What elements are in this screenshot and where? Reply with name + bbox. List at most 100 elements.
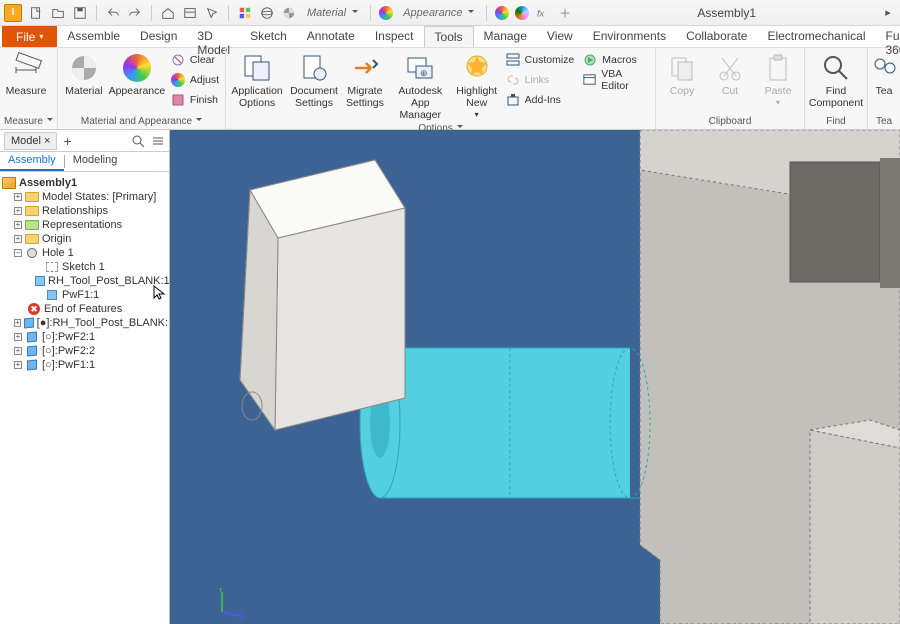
tree-model-states[interactable]: +Model States: [Primary] (2, 190, 167, 204)
viewport-3d[interactable]: Y Z (170, 130, 900, 624)
group-find: Find Component Find (805, 48, 868, 129)
title-bar: I Material Appearance fx Assembly1 ▸ (0, 0, 900, 26)
tab-design[interactable]: Design (130, 26, 187, 47)
browser-menu-icon[interactable] (151, 134, 165, 148)
tree-comp-p21[interactable]: +[○]:PwF2:1 (2, 330, 167, 344)
paste-button: Paste▾ (756, 50, 800, 109)
select-icon[interactable] (204, 5, 220, 21)
app-logo-icon: I (4, 4, 22, 22)
tree-comp-rh[interactable]: +[●]:RH_Tool_Post_BLANK:1 (2, 316, 167, 330)
migrate-icon (349, 52, 381, 84)
tree-rh-tool[interactable]: RH_Tool_Post_BLANK:1 (2, 274, 167, 288)
fx-icon[interactable]: fx (535, 5, 551, 21)
tree-relationships[interactable]: +Relationships (2, 204, 167, 218)
tree-sketch1[interactable]: Sketch 1 (2, 260, 167, 274)
tab-view[interactable]: View (537, 26, 583, 47)
links-icon (505, 72, 521, 88)
material-icon (68, 52, 100, 84)
open-icon[interactable] (50, 5, 66, 21)
finish-button[interactable]: Finish (168, 90, 221, 110)
close-icon[interactable]: × (44, 135, 50, 147)
chevron-right-icon[interactable]: ▸ (880, 5, 896, 21)
document-settings-button[interactable]: Document Settings (288, 50, 340, 111)
new-icon[interactable] (28, 5, 44, 21)
finish-icon (170, 92, 186, 108)
quick-access-toolbar: Material Appearance fx (28, 5, 573, 21)
clear-button[interactable]: Clear (168, 50, 221, 70)
adjust-icon (170, 72, 186, 88)
material-checker-icon[interactable] (281, 5, 297, 21)
application-options-button[interactable]: Application Options (230, 50, 284, 111)
tab-collaborate[interactable]: Collaborate (676, 26, 757, 47)
properties-icon[interactable] (182, 5, 198, 21)
find-component-button[interactable]: Find Component (809, 50, 863, 111)
vba-editor-button[interactable]: VBA Editor (580, 70, 651, 90)
color-picker-icon[interactable] (237, 5, 253, 21)
app-manager-icon: ⊕ (404, 52, 436, 84)
app-manager-button[interactable]: ⊕ Autodesk App Manager (390, 50, 451, 123)
color-wheel2-icon[interactable] (515, 6, 529, 20)
browser-search-icon[interactable] (131, 134, 145, 148)
tab-sketch[interactable]: Sketch (240, 26, 297, 47)
tree-comp-p22[interactable]: +[○]:PwF2:2 (2, 344, 167, 358)
tab-annotate[interactable]: Annotate (297, 26, 365, 47)
svg-text:fx: fx (537, 8, 546, 19)
addins-button[interactable]: Add-Ins (503, 90, 577, 110)
group-clipboard: Copy Cut Paste▾ Clipboard (656, 48, 805, 129)
clear-icon (170, 52, 186, 68)
material-button[interactable]: Material (62, 50, 106, 99)
group-label-find: Find (826, 116, 845, 127)
macros-icon (582, 52, 598, 68)
save-icon[interactable] (72, 5, 88, 21)
home-icon[interactable] (160, 5, 176, 21)
addins-icon (505, 92, 521, 108)
migrate-settings-button[interactable]: Migrate Settings (344, 50, 386, 111)
tab-manage[interactable]: Manage (474, 26, 537, 47)
team-button[interactable]: Tea (872, 50, 896, 99)
tab-inspect[interactable]: Inspect (365, 26, 424, 47)
tree-representations[interactable]: +Representations (2, 218, 167, 232)
subtab-assembly[interactable]: Assembly (0, 152, 64, 171)
customize-icon (505, 52, 521, 68)
measure-button[interactable]: Measure (4, 50, 48, 99)
group-label-team: Tea (876, 116, 892, 127)
subtab-modeling[interactable]: Modeling (65, 152, 126, 171)
tab-tools[interactable]: Tools (424, 26, 474, 47)
appearance-combo[interactable]: Appearance (399, 6, 478, 20)
sphere-icon[interactable] (259, 5, 275, 21)
tree-hole1[interactable]: –Hole 1 (2, 246, 167, 260)
appearance-color-icon[interactable] (379, 6, 393, 20)
file-tab[interactable]: File▾ (2, 26, 57, 47)
team-icon (872, 52, 896, 84)
tree-pwf11-sub[interactable]: PwF1:1 (2, 288, 167, 302)
browser-add-tab[interactable]: + (63, 133, 71, 149)
customize-button[interactable]: Customize (503, 50, 577, 70)
tab-environments[interactable]: Environments (583, 26, 676, 47)
tab-fusion360[interactable]: Fusion 360 (876, 26, 900, 47)
tree-comp-p11[interactable]: +[○]:PwF1:1 (2, 358, 167, 372)
svg-text:Z: Z (240, 611, 245, 618)
browser-tab-model[interactable]: Model × (4, 132, 57, 150)
macros-button[interactable]: Macros (580, 50, 651, 70)
tree-eof[interactable]: ✖End of Features (2, 302, 167, 316)
browser-subtabs: Assembly Modeling (0, 152, 169, 172)
ribbon: Measure Measure Material Appearance Clea… (0, 48, 900, 130)
svg-text:Y: Y (218, 588, 224, 594)
group-label-mat-app: Material and Appearance (81, 116, 192, 127)
appearance-button[interactable]: Appearance (110, 50, 164, 99)
redo-icon[interactable] (127, 5, 143, 21)
adjust-button[interactable]: Adjust (168, 70, 221, 90)
plus-icon[interactable] (557, 5, 573, 21)
highlight-new-button[interactable]: Highlight New▾ (455, 50, 499, 121)
tab-assemble[interactable]: Assemble (57, 26, 130, 47)
color-wheel-icon[interactable] (495, 6, 509, 20)
tree-root[interactable]: Assembly1 (2, 176, 167, 190)
tab-3d-model[interactable]: 3D Model (187, 26, 240, 47)
tab-electromechanical[interactable]: Electromechanical (757, 26, 875, 47)
material-combo[interactable]: Material (303, 6, 362, 20)
copy-icon (666, 52, 698, 84)
scene-geometry (170, 130, 900, 624)
tree-origin[interactable]: +Origin (2, 232, 167, 246)
highlight-icon (461, 52, 493, 84)
undo-icon[interactable] (105, 5, 121, 21)
